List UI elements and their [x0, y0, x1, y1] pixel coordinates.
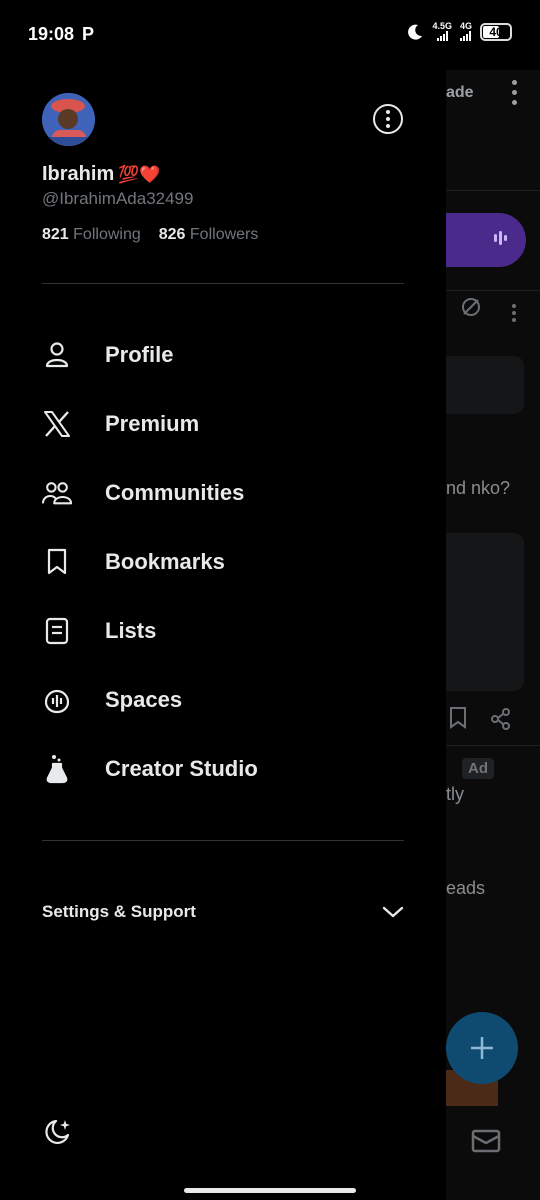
following-label: Following — [73, 226, 141, 243]
name-emoji: 💯❤️ — [118, 164, 161, 184]
bg-compose-button — [446, 1012, 518, 1084]
bg-upgrade-text: ade — [446, 84, 474, 101]
person-icon — [42, 340, 72, 370]
network-4-5g-icon: 4.5G — [432, 22, 452, 41]
home-indicator[interactable] — [184, 1188, 356, 1193]
bookmark-icon — [42, 547, 72, 577]
avatar[interactable] — [42, 93, 95, 146]
bg-ad-text-2: eads — [446, 878, 486, 898]
network-label-2: 4G — [459, 21, 472, 31]
battery-level: 40 — [489, 24, 503, 39]
menu-item-creator-studio[interactable]: Creator Studio — [0, 734, 446, 803]
settings-support-toggle[interactable]: Settings & Support — [42, 895, 404, 929]
account-options-button[interactable] — [373, 104, 403, 134]
menu-label-profile: Profile — [105, 341, 174, 367]
bg-share-icon — [491, 708, 510, 730]
divider-top — [42, 283, 404, 284]
settings-support-label: Settings & Support — [42, 902, 196, 921]
menu-item-communities[interactable]: Communities — [0, 458, 446, 527]
flask-icon — [42, 754, 72, 784]
moon-sparkle-icon — [45, 1119, 70, 1144]
bg-more-icon — [512, 80, 518, 110]
menu-label-bookmarks: Bookmarks — [105, 548, 225, 574]
battery-icon: 40 — [480, 22, 512, 41]
status-bar: 19:08 P 4.5G 4G 40 — [0, 0, 540, 70]
bg-ad-text: tly — [446, 784, 464, 804]
following-link[interactable]: 821 Following — [42, 226, 141, 244]
background-feed: ade nd nko? Ad tly eads — [446, 70, 540, 1200]
username-handle: @IbrahimAda32499 — [42, 189, 194, 208]
network-4g-icon: 4G — [460, 22, 472, 41]
menu-item-spaces[interactable]: Spaces — [0, 665, 446, 734]
menu-item-bookmarks[interactable]: Bookmarks — [0, 527, 446, 596]
bg-ad-badge: Ad — [462, 758, 494, 779]
chevron-down-icon — [382, 906, 404, 918]
followers-link[interactable]: 826 Followers — [159, 226, 259, 244]
menu-label-communities: Communities — [105, 479, 245, 505]
display-theme-button[interactable] — [42, 1116, 74, 1148]
menu-label-lists: Lists — [105, 617, 157, 643]
spaces-icon — [42, 685, 72, 715]
bg-mute-icon — [462, 298, 480, 316]
menu-label-spaces: Spaces — [105, 686, 183, 712]
following-count: 821 — [42, 226, 69, 243]
display-name[interactable]: Ibrahim 💯❤️ — [42, 163, 161, 186]
bg-bookmark-icon — [450, 707, 466, 729]
bg-post-text: nd nko? — [446, 478, 511, 498]
status-time: 19:08 — [28, 24, 75, 44]
follow-stats: 821 Following 826 Followers — [42, 226, 258, 244]
moon-icon — [408, 24, 423, 40]
menu-item-profile[interactable]: Profile — [0, 320, 446, 389]
messages-icon — [471, 1129, 501, 1153]
navigation-drawer: Ibrahim 💯❤️ @IbrahimAda32499 821 Followi… — [0, 0, 446, 1200]
network-label-1: 4.5G — [432, 21, 452, 31]
followers-count: 826 — [158, 226, 186, 243]
display-name-text: Ibrahim — [42, 163, 115, 185]
status-indicators: 4.5G 4G 40 — [406, 22, 512, 41]
carrier-icon: P — [82, 24, 95, 44]
menu-item-premium[interactable]: Premium — [0, 389, 446, 458]
followers-label: Followers — [189, 226, 259, 243]
x-logo-icon — [42, 409, 72, 439]
bg-spaces-banner — [446, 213, 526, 267]
plus-icon — [471, 1037, 493, 1059]
menu-label-creator-studio: Creator Studio — [105, 755, 258, 781]
divider-bottom — [42, 840, 404, 841]
menu-label-premium: Premium — [105, 410, 200, 436]
list-icon — [42, 616, 72, 646]
communities-icon — [42, 478, 72, 508]
bg-post-more-icon — [512, 304, 516, 322]
menu-item-lists[interactable]: Lists — [0, 596, 446, 665]
